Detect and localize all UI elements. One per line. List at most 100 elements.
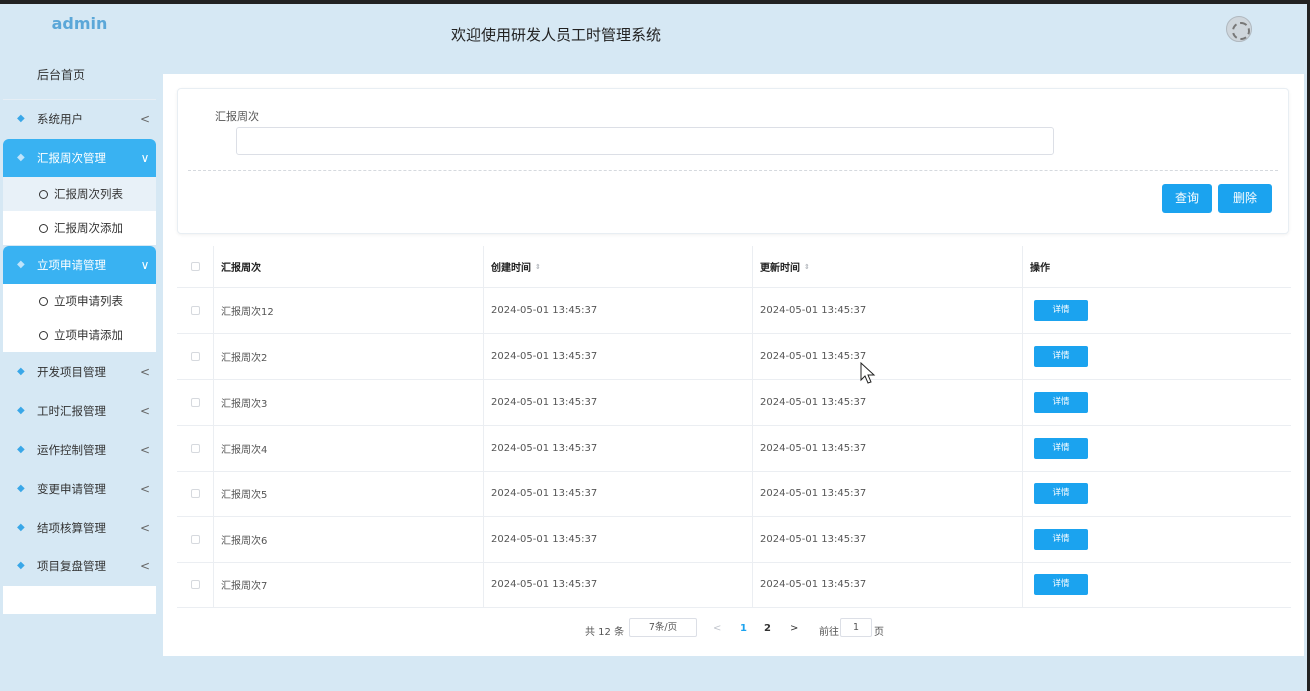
main-content: 汇报周次 查询 删除 汇报周次 创建时间 ⇕ 更新时间 ⇕ 操作 汇报周次12 …	[163, 74, 1304, 656]
column-header-week: 汇报周次	[214, 246, 484, 287]
sidebar-subitem-label: 立项申请列表	[54, 294, 123, 308]
cell-created: 2024-05-01 13:45:37	[484, 288, 753, 333]
detail-button[interactable]: 详情	[1034, 392, 1088, 413]
sidebar-item-label: 变更申请管理	[37, 482, 106, 496]
column-header-updated[interactable]: 更新时间 ⇕	[753, 246, 1023, 287]
row-checkbox[interactable]	[190, 444, 200, 453]
sidebar-subitem-report-week-add[interactable]: 汇报周次添加	[3, 211, 156, 245]
query-button[interactable]: 查询	[1162, 184, 1212, 213]
sidebar-item-label: 开发项目管理	[37, 365, 106, 379]
cell-updated: 2024-05-01 13:45:37	[753, 380, 1023, 425]
pagination: 共 12 条 7条/页 < 1 2 > 前往 1 页	[163, 618, 1304, 643]
cell-actions: 详情	[1023, 562, 1291, 607]
sidebar-item-dev-project-mgmt[interactable]: ◆ 开发项目管理 <	[3, 353, 156, 391]
chevron-left-icon: <	[139, 112, 151, 126]
circle-check-icon	[39, 296, 48, 306]
row-checkbox[interactable]	[190, 306, 200, 315]
search-label: 汇报周次	[215, 110, 259, 123]
cell-week: 汇报周次4	[214, 426, 484, 471]
sidebar-subitem-label: 汇报周次添加	[54, 221, 123, 235]
column-header-actions: 操作	[1030, 263, 1050, 274]
row-checkbox[interactable]	[190, 535, 200, 544]
detail-button[interactable]: 详情	[1034, 483, 1088, 504]
page-number-2[interactable]: 2	[764, 623, 771, 634]
diamond-icon: ◆	[17, 113, 25, 124]
sidebar-item-system-users[interactable]: ◆ 系统用户 <	[3, 100, 156, 138]
cell-created: 2024-05-01 13:45:37	[484, 426, 753, 471]
circle-check-icon	[39, 189, 48, 199]
sidebar-item-label: 系统用户	[37, 112, 83, 126]
cell-created: 2024-05-01 13:45:37	[484, 517, 753, 562]
diamond-icon: ◆	[17, 366, 25, 377]
diamond-icon: ◆	[17, 522, 25, 533]
sidebar-subitem-report-week-list[interactable]: 汇报周次列表	[3, 177, 156, 211]
sidebar-item-label: 项目复盘管理	[37, 559, 106, 573]
cell-created: 2024-05-01 13:45:37	[484, 471, 753, 516]
chevron-left-icon: <	[139, 559, 151, 573]
prev-page-button[interactable]: <	[713, 623, 721, 634]
sort-icon[interactable]: ⇕	[804, 263, 810, 270]
cell-updated: 2024-05-01 13:45:37	[753, 288, 1023, 333]
sidebar-item-report-week-mgmt[interactable]: ◆ 汇报周次管理 ∨	[3, 139, 156, 177]
cell-updated: 2024-05-01 13:45:37	[753, 334, 1023, 379]
cell-actions: 详情	[1023, 380, 1291, 425]
detail-button[interactable]: 详情	[1034, 529, 1088, 550]
cell-updated: 2024-05-01 13:45:37	[753, 426, 1023, 471]
row-checkbox[interactable]	[190, 352, 200, 361]
sort-icon[interactable]: ⇕	[535, 263, 541, 270]
row-checkbox[interactable]	[190, 489, 200, 498]
circle-check-icon	[39, 330, 48, 340]
chevron-down-icon: ∨	[140, 151, 150, 165]
detail-button[interactable]: 详情	[1034, 346, 1088, 367]
next-page-button[interactable]: >	[790, 623, 798, 634]
sidebar-item-label: 立项申请管理	[37, 258, 106, 272]
diamond-icon: ◆	[17, 560, 25, 571]
table-row: 汇报周次12 2024-05-01 13:45:37 2024-05-01 13…	[177, 288, 1291, 334]
delete-button[interactable]: 删除	[1218, 184, 1272, 213]
checkbox-cell	[177, 426, 214, 471]
cell-week: 汇报周次5	[214, 471, 484, 516]
sidebar-item-change-request-mgmt[interactable]: ◆ 变更申请管理 <	[3, 470, 156, 508]
row-checkbox[interactable]	[190, 580, 200, 589]
header-checkbox-cell	[177, 246, 214, 287]
sidebar-subitem-project-application-add[interactable]: 立项申请添加	[3, 318, 156, 352]
cell-week: 汇报周次12	[214, 288, 484, 333]
sidebar-item-label: 运作控制管理	[37, 443, 106, 457]
divider	[188, 170, 1278, 171]
sidebar-item-project-review-mgmt[interactable]: ◆ 项目复盘管理 <	[3, 547, 156, 585]
sidebar-item-label: 结项核算管理	[37, 521, 106, 535]
sidebar-item-worktime-report-mgmt[interactable]: ◆ 工时汇报管理 <	[3, 392, 156, 430]
sidebar-item-closing-accounting-mgmt[interactable]: ◆ 结项核算管理 <	[3, 509, 156, 547]
diamond-icon: ◆	[17, 444, 25, 455]
table-row: 汇报周次7 2024-05-01 13:45:37 2024-05-01 13:…	[177, 562, 1291, 608]
sidebar-item-home[interactable]: 后台首页	[3, 52, 156, 100]
row-checkbox[interactable]	[190, 398, 200, 407]
report-week-search-input[interactable]	[236, 127, 1054, 155]
page-number-1[interactable]: 1	[740, 623, 747, 634]
goto-label: 前往	[819, 627, 839, 638]
avatar[interactable]	[1226, 16, 1252, 42]
chevron-left-icon: <	[139, 365, 151, 379]
detail-button[interactable]: 详情	[1034, 438, 1088, 459]
sidebar-item-operation-control-mgmt[interactable]: ◆ 运作控制管理 <	[3, 431, 156, 469]
page-size-select[interactable]: 7条/页	[629, 618, 697, 637]
cell-created: 2024-05-01 13:45:37	[484, 334, 753, 379]
cell-actions: 详情	[1023, 426, 1291, 471]
table-row: 汇报周次3 2024-05-01 13:45:37 2024-05-01 13:…	[177, 380, 1291, 426]
sidebar-subitem-project-application-list[interactable]: 立项申请列表	[3, 284, 156, 318]
detail-button[interactable]: 详情	[1034, 574, 1088, 595]
cell-actions: 详情	[1023, 517, 1291, 562]
diamond-icon: ◆	[17, 152, 25, 163]
checkbox-cell	[177, 471, 214, 516]
sidebar: admin 后台首页 ◆ 系统用户 < ◆ 汇报周次管理 ∨ 汇报周次列表 汇报…	[0, 4, 158, 691]
page-suffix-label: 页	[874, 627, 884, 638]
select-all-checkbox[interactable]	[190, 262, 200, 271]
table-header-row: 汇报周次 创建时间 ⇕ 更新时间 ⇕ 操作	[177, 246, 1291, 288]
diamond-icon: ◆	[17, 483, 25, 494]
sidebar-item-project-application-mgmt[interactable]: ◆ 立项申请管理 ∨	[3, 246, 156, 284]
column-header-created[interactable]: 创建时间 ⇕	[484, 246, 753, 287]
column-header-label: 更新时间	[760, 263, 800, 274]
table-row: 汇报周次6 2024-05-01 13:45:37 2024-05-01 13:…	[177, 517, 1291, 563]
detail-button[interactable]: 详情	[1034, 300, 1088, 321]
page-jump-input[interactable]: 1	[840, 618, 872, 637]
